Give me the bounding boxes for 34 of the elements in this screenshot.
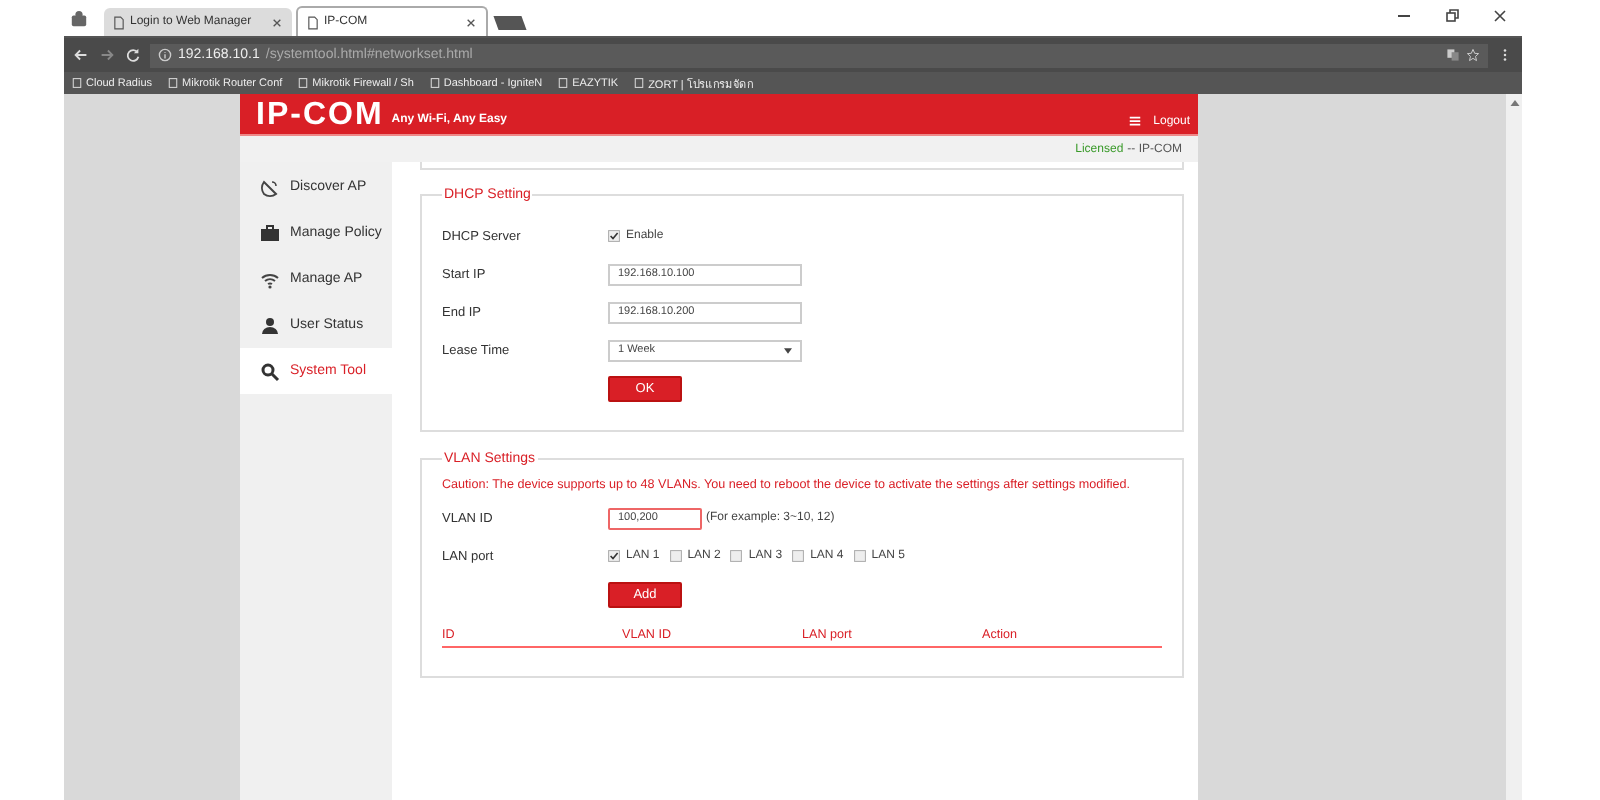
close-icon[interactable] bbox=[1490, 6, 1510, 26]
translate-icon[interactable] bbox=[1446, 48, 1460, 62]
close-icon[interactable] bbox=[272, 17, 282, 27]
checkbox[interactable] bbox=[730, 550, 743, 562]
bookmark-icon bbox=[429, 78, 440, 88]
new-tab-button[interactable] bbox=[493, 16, 527, 30]
checkbox[interactable] bbox=[608, 550, 620, 562]
scrollbar[interactable] bbox=[1506, 94, 1522, 800]
close-icon[interactable] bbox=[466, 17, 476, 27]
bookmark-icon bbox=[634, 78, 645, 88]
checkbox[interactable] bbox=[608, 230, 620, 242]
bookmark-icon bbox=[168, 78, 179, 88]
scroll-up-icon[interactable] bbox=[1509, 100, 1519, 106]
bookmark-icon bbox=[558, 78, 569, 88]
caret-icon bbox=[784, 347, 792, 353]
reload-icon[interactable] bbox=[124, 46, 142, 64]
page-icon bbox=[114, 15, 124, 29]
restore-icon[interactable] bbox=[1442, 6, 1462, 26]
back-icon[interactable] bbox=[72, 46, 90, 64]
checkbox[interactable] bbox=[853, 550, 866, 562]
logo: IP-COM bbox=[256, 96, 384, 134]
users-icon bbox=[260, 315, 280, 335]
forward-icon[interactable] bbox=[98, 46, 116, 64]
bookmark-icon bbox=[72, 78, 82, 88]
wifi-icon bbox=[260, 269, 280, 289]
menu-icon[interactable] bbox=[1127, 114, 1142, 128]
briefcase-icon bbox=[260, 223, 280, 243]
checkbox[interactable] bbox=[792, 550, 805, 562]
satellite-icon bbox=[260, 177, 280, 197]
page-icon bbox=[308, 15, 318, 29]
info-icon bbox=[158, 48, 172, 62]
star-icon[interactable] bbox=[1466, 48, 1480, 62]
checkbox[interactable] bbox=[669, 550, 682, 562]
bookmark-icon bbox=[298, 78, 309, 88]
